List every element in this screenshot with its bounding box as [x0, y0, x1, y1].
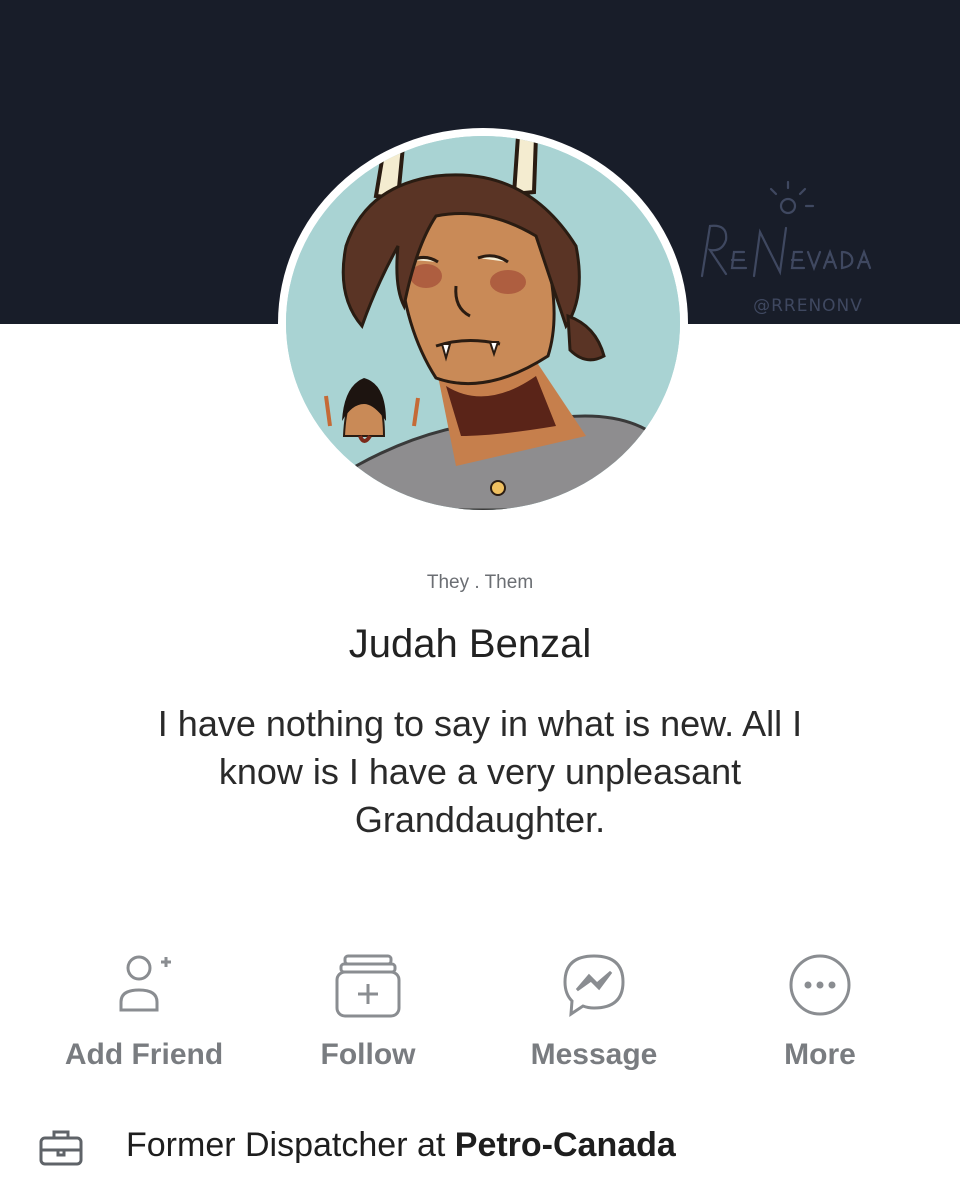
- briefcase-icon: [39, 1130, 83, 1166]
- follow-button[interactable]: Follow: [258, 950, 478, 1080]
- follow-icon: [335, 954, 401, 1018]
- bio-line: I have nothing to say in what is new. Al…: [157, 703, 803, 744]
- message-button[interactable]: Message: [484, 950, 704, 1080]
- follow-label: Follow: [320, 1038, 416, 1071]
- profile-avatar[interactable]: [286, 136, 680, 510]
- watermark-handle: @RRENONV: [753, 296, 863, 316]
- work-text: Former Dispatcher at Petro-Canada: [126, 1126, 676, 1165]
- profile-actions: Add Friend Follow Message More: [0, 950, 960, 1080]
- add-friend-label: Add Friend: [64, 1038, 224, 1071]
- more-button[interactable]: More: [710, 950, 930, 1080]
- pronouns: They . Them: [426, 572, 534, 593]
- artist-watermark: @RRENONV: [696, 176, 896, 326]
- profile-bio: I have nothing to say in what is new. Al…: [40, 700, 920, 844]
- add-friend-button[interactable]: Add Friend: [34, 950, 254, 1080]
- more-icon: [789, 954, 851, 1016]
- work-info: Former Dispatcher at Petro-Canada: [38, 1120, 938, 1176]
- bio-line: Granddaughter.: [354, 799, 606, 840]
- more-label: More: [784, 1038, 856, 1071]
- work-prefix: Former Dispatcher at: [126, 1126, 455, 1164]
- profile-name: Judah Benzal: [348, 622, 592, 666]
- add-friend-icon: [119, 955, 171, 1012]
- employer-link[interactable]: Petro-Canada: [455, 1126, 676, 1164]
- message-label: Message: [530, 1038, 658, 1071]
- messenger-icon: [563, 954, 625, 1017]
- bio-line: know is I have a very unpleasant: [218, 751, 742, 792]
